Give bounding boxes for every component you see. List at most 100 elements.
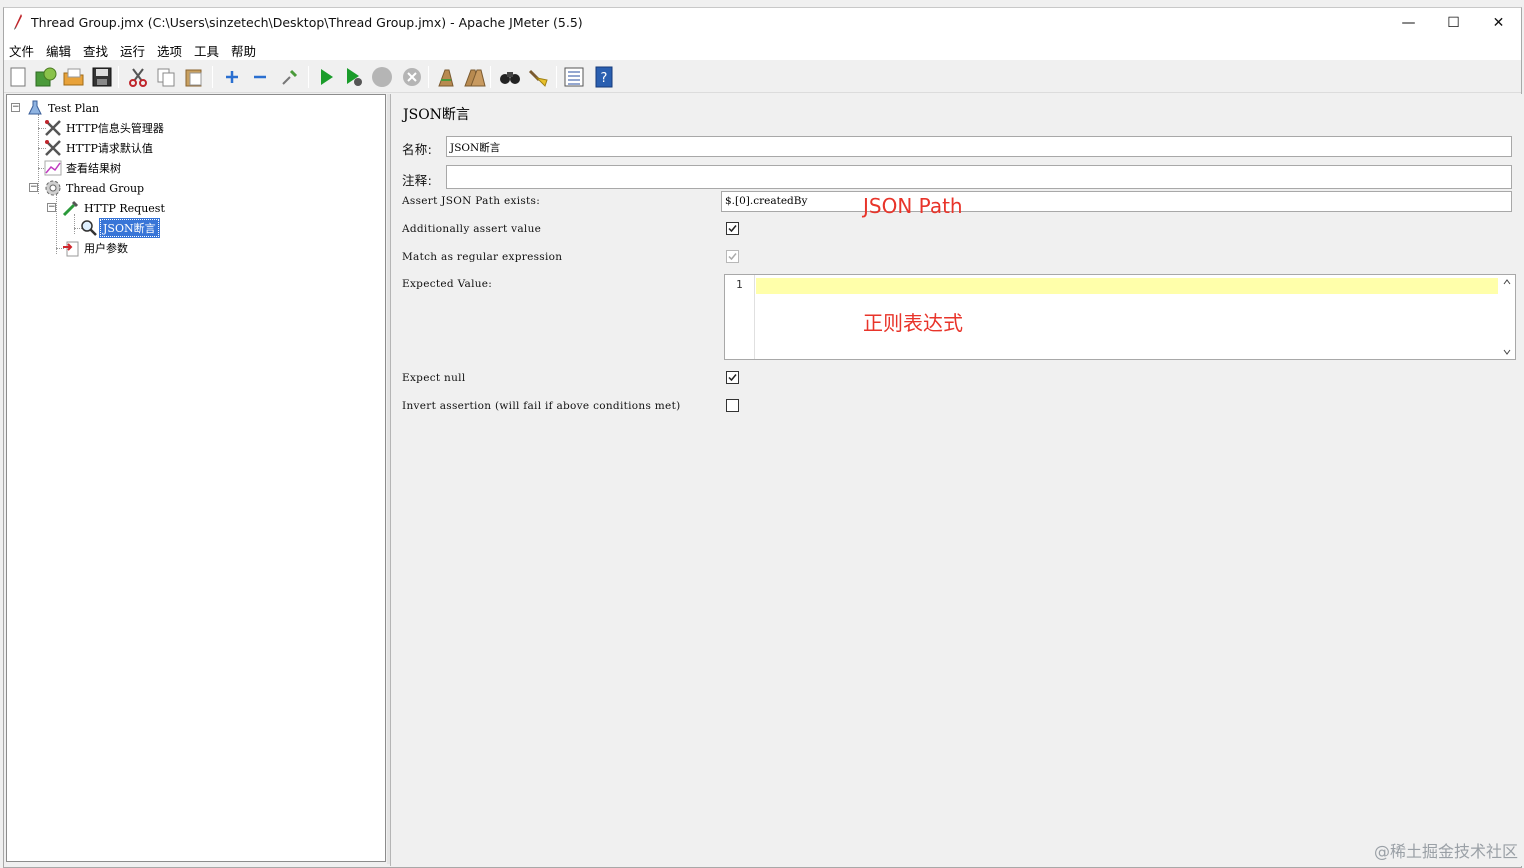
tree-connector [56, 194, 57, 254]
help-icon[interactable]: ? [592, 65, 616, 89]
search-icon[interactable] [498, 65, 522, 89]
tree-item-label: Test Plan [48, 101, 100, 115]
stop-icon[interactable] [370, 65, 394, 89]
name-label: 名称: [402, 142, 433, 157]
title-bar: Thread Group.jmx (C:\Users\sinzetech\Des… [4, 8, 1521, 38]
svg-text:?: ? [601, 71, 608, 86]
menu-bar: 文件 编辑 查找 运行 选项 工具 帮助 [4, 38, 1521, 60]
maximize-button[interactable]: ☐ [1431, 8, 1476, 38]
match-regex-checkbox[interactable] [726, 250, 739, 263]
paste-icon[interactable] [182, 65, 206, 89]
tree-item-label: JSON断言 [99, 218, 160, 238]
tree-item-label: HTTP Request [84, 201, 165, 215]
menu-options[interactable]: 选项 [157, 41, 182, 60]
graph-icon [44, 159, 62, 177]
menu-file[interactable]: 文件 [9, 41, 34, 60]
clear-icon[interactable] [434, 65, 458, 89]
tree-item-json-assertion[interactable]: JSON断言 [80, 218, 160, 238]
expect-null-label: Expect null [402, 372, 466, 384]
toolbar-separator [118, 66, 119, 88]
watermark: @稀土掘金技术社区 [1373, 842, 1518, 861]
wrench-icon [44, 119, 62, 137]
test-plan-icon [26, 99, 44, 117]
tree-item-test-plan[interactable]: Test Plan [26, 99, 101, 117]
toolbar-separator [556, 66, 557, 88]
toolbar-separator [428, 66, 429, 88]
tree-item-thread-group[interactable]: Thread Group [44, 179, 146, 197]
menu-run[interactable]: 运行 [120, 41, 145, 60]
toolbar-separator [490, 66, 491, 88]
jmeter-window: Thread Group.jmx (C:\Users\sinzetech\Des… [3, 7, 1522, 868]
tree-item-label: 用户参数 [84, 242, 128, 255]
save-icon[interactable] [90, 65, 114, 89]
start-no-pause-icon[interactable] [342, 65, 366, 89]
tree-connector [74, 214, 75, 234]
expander-http-request[interactable]: − [47, 203, 56, 212]
name-field[interactable]: JSON断言 [446, 136, 1512, 157]
tree-item-user-parameters[interactable]: 用户参数 [62, 239, 130, 257]
minimize-button[interactable]: — [1386, 8, 1431, 38]
pipette-icon [62, 199, 80, 217]
tree-connector [38, 114, 39, 194]
close-button[interactable]: ✕ [1476, 8, 1521, 38]
tree-item-label: HTTP请求默认值 [66, 142, 153, 155]
menu-tools[interactable]: 工具 [194, 41, 219, 60]
expander-test-plan[interactable]: − [11, 103, 20, 112]
invert-assertion-checkbox[interactable] [726, 399, 739, 412]
toolbar: ? [4, 61, 1521, 93]
menu-search[interactable]: 查找 [83, 41, 108, 60]
json-assertion-editor: JSON断言 名称: JSON断言 注释: Assert JSON Path e… [390, 94, 1522, 866]
jmeter-feather-icon [14, 14, 22, 30]
test-plan-tree: − − − Test Plan HTTP信息头管理器 HTTP请求默认值 查看结… [6, 94, 386, 862]
expander-thread-group[interactable]: − [29, 183, 38, 192]
additionally-assert-value-checkbox[interactable] [726, 222, 739, 235]
vertical-scrollbar[interactable] [1499, 275, 1515, 359]
shutdown-icon[interactable] [400, 65, 424, 89]
editor-title: JSON断言 [403, 107, 470, 123]
templates-icon[interactable] [34, 65, 58, 89]
cut-icon[interactable] [126, 65, 150, 89]
additionally-assert-value-label: Additionally assert value [402, 223, 542, 235]
window-title: Thread Group.jmx (C:\Users\sinzetech\Des… [31, 15, 583, 30]
preprocessor-icon [62, 239, 80, 257]
json-path-field[interactable]: $.[0].createdBy [721, 191, 1512, 212]
tree-item-label: Thread Group [66, 181, 145, 195]
tree-item-label: HTTP信息头管理器 [66, 122, 164, 135]
start-icon[interactable] [314, 65, 338, 89]
tree-item-http-request[interactable]: HTTP Request [62, 199, 167, 217]
clear-all-icon[interactable] [462, 65, 486, 89]
json-path-label: Assert JSON Path exists: [402, 195, 541, 207]
tree-item-http-request-defaults[interactable]: HTTP请求默认值 [44, 139, 155, 157]
reset-search-icon[interactable] [526, 65, 550, 89]
magnifier-icon [80, 219, 98, 237]
toolbar-separator [308, 66, 309, 88]
expect-null-checkbox[interactable] [726, 371, 739, 384]
function-helper-icon[interactable] [562, 65, 586, 89]
tree-item-label: 查看结果树 [66, 162, 121, 175]
match-regex-label: Match as regular expression [402, 251, 563, 263]
line-number-gutter: 1 [725, 275, 755, 359]
menu-edit[interactable]: 编辑 [46, 41, 71, 60]
expected-value-editor[interactable]: 1 [724, 274, 1516, 360]
comment-field[interactable] [446, 165, 1512, 189]
scroll-up-icon[interactable] [1503, 279, 1511, 285]
wrench-icon [44, 139, 62, 157]
toolbar-separator [212, 66, 213, 88]
menu-help[interactable]: 帮助 [231, 41, 256, 60]
regex-annotation: 正则表达式 [863, 311, 963, 335]
copy-icon[interactable] [154, 65, 178, 89]
toggle-icon[interactable] [278, 65, 302, 89]
collapse-icon[interactable] [248, 65, 272, 89]
current-line-highlight [756, 278, 1498, 294]
open-icon[interactable] [62, 65, 86, 89]
tree-item-view-results-tree[interactable]: 查看结果树 [44, 159, 123, 177]
scroll-down-icon[interactable] [1503, 349, 1511, 355]
comment-label: 注释: [402, 173, 433, 188]
expand-icon[interactable] [220, 65, 244, 89]
gear-icon [44, 179, 62, 197]
new-icon[interactable] [6, 65, 30, 89]
line-number: 1 [736, 278, 743, 291]
json-path-annotation: JSON Path [863, 194, 963, 218]
invert-assertion-label: Invert assertion (will fail if above con… [402, 400, 681, 412]
tree-item-http-header-manager[interactable]: HTTP信息头管理器 [44, 119, 166, 137]
